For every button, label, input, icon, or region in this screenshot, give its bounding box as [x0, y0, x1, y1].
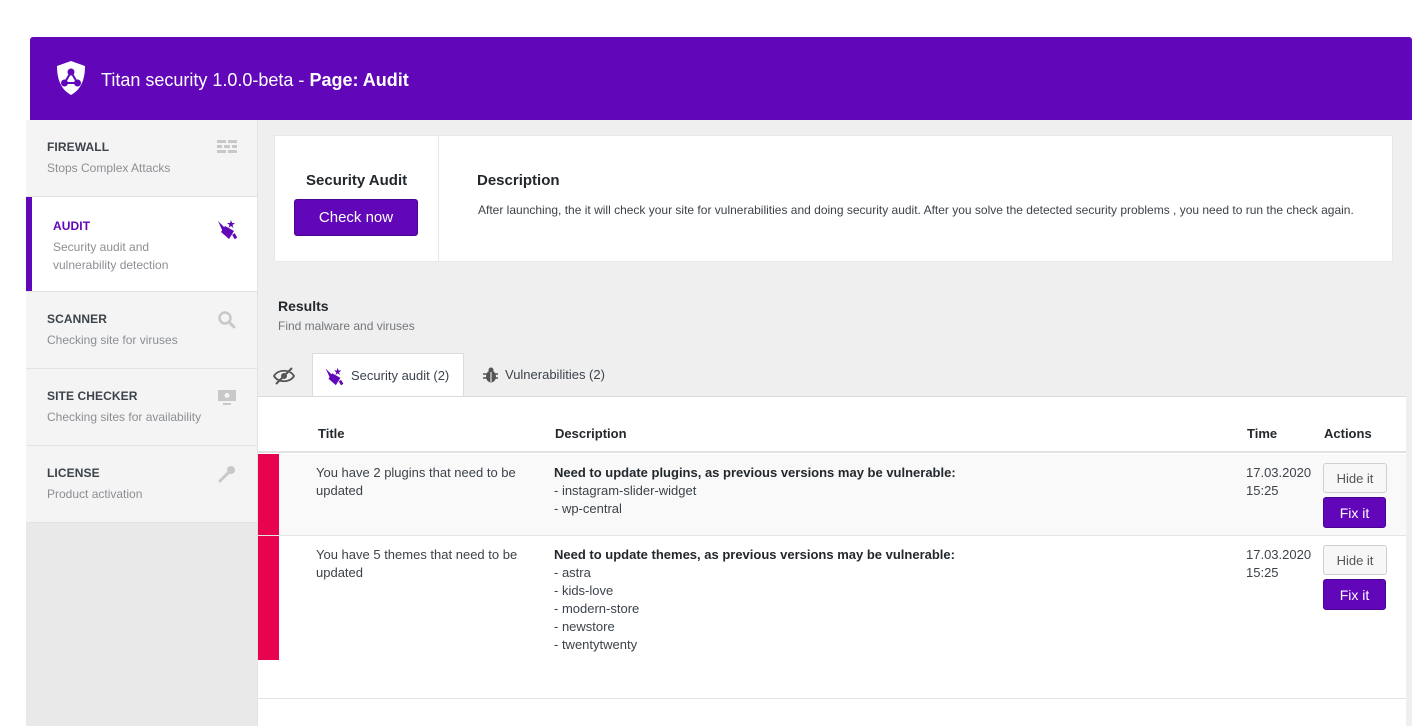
page-title: Page: Audit [309, 70, 409, 90]
tab-label: Security audit (2) [351, 368, 450, 383]
sidebar-item-site-checker[interactable]: SITE CHECKER Checking sites for availabi… [26, 369, 257, 446]
row-description: Need to update themes, as previous versi… [554, 546, 1234, 654]
titan-shield-logo-icon [57, 61, 85, 95]
sidebar-item-scanner[interactable]: SCANNER Checking site for viruses [26, 292, 257, 369]
security-audit-heading: Security Audit [306, 172, 408, 189]
key-icon [218, 466, 235, 483]
row-description: Need to update plugins, as previous vers… [554, 464, 1234, 518]
column-header-time: Time [1247, 426, 1278, 441]
search-icon [218, 311, 236, 329]
list-item: - twentytwenty [554, 637, 638, 652]
sidebar-item-audit[interactable]: AUDIT Security audit and vulnerability d… [26, 197, 257, 292]
eye-slash-icon[interactable] [272, 366, 296, 386]
row-title: You have 2 plugins that need to be updat… [316, 465, 516, 498]
sidebar-item-desc: Checking sites for availability [47, 410, 202, 424]
results-subtitle: Find malware and viruses [278, 319, 415, 333]
column-header-actions: Actions [1324, 426, 1372, 441]
check-now-button[interactable]: Check now [294, 199, 418, 236]
table-row: You have 5 themes that need to be update… [258, 536, 1407, 699]
row-time: 17.03.2020 15:25 [1246, 464, 1316, 500]
sidebar-item-desc: Checking site for viruses [47, 333, 178, 347]
audit-action-column: Security Audit Check now [275, 136, 439, 261]
sidebar-item-desc: Stops Complex Attacks [47, 161, 171, 175]
description-text: After launching, the it will check your … [478, 203, 1354, 217]
fix-it-button[interactable]: Fix it [1323, 579, 1386, 610]
sidebar-item-firewall[interactable]: FIREWALL Stops Complex Attacks [26, 120, 257, 197]
severity-flag [258, 454, 279, 535]
row-date: 17.03.2020 [1246, 547, 1312, 562]
results-title: Results [278, 298, 329, 314]
audit-icon [325, 367, 344, 385]
hide-it-button[interactable]: Hide it [1323, 545, 1387, 575]
table-row: You have 2 plugins that need to be updat… [258, 454, 1407, 536]
sidebar-item-desc: Product activation [47, 487, 143, 501]
hide-it-button[interactable]: Hide it [1323, 463, 1387, 493]
list-item: - kids-love [554, 583, 614, 598]
column-header-title: Title [318, 426, 345, 441]
scroll-gutter [1406, 120, 1412, 726]
list-item: - instagram-slider-widget [554, 483, 697, 498]
main-content: Security Audit Check now Description Aft… [257, 120, 1412, 726]
column-header-description: Description [555, 426, 627, 441]
fix-it-button[interactable]: Fix it [1323, 497, 1386, 528]
sidebar-item-license[interactable]: LICENSE Product activation [26, 446, 257, 523]
row-time: 17.03.2020 15:25 [1246, 546, 1316, 582]
description-heading: Description [477, 172, 560, 189]
results-tabs: Security audit (2) Vulnerabilities (2) [258, 353, 1407, 397]
severity-flag [258, 536, 279, 660]
firewall-icon [217, 140, 237, 153]
header-divider [258, 451, 1407, 453]
list-item: - modern-store [554, 601, 640, 616]
security-audit-panel: Security Audit Check now Description Aft… [274, 135, 1393, 262]
monitor-icon [218, 390, 236, 405]
row-clock: 15:25 [1246, 565, 1279, 580]
row-description-heading: Need to update themes, as previous versi… [554, 547, 955, 562]
row-description-heading: Need to update plugins, as previous vers… [554, 465, 956, 480]
list-item: - astra [554, 565, 591, 580]
results-table: Title Description Time Actions You have … [258, 396, 1407, 726]
bug-icon [483, 367, 498, 382]
tab-vulnerabilities[interactable]: Vulnerabilities (2) [482, 353, 605, 396]
row-title: You have 5 themes that need to be update… [316, 547, 518, 580]
sidebar-item-desc: Security audit and vulnerability detecti… [53, 240, 169, 272]
app-title: Titan security 1.0.0-beta - Page: Audit [101, 70, 409, 90]
tab-security-audit[interactable]: Security audit (2) [312, 353, 465, 397]
row-date: 17.03.2020 [1246, 465, 1312, 480]
list-item: - newstore [554, 619, 615, 634]
app-header: Titan security 1.0.0-beta - Page: Audit [30, 37, 1412, 120]
list-item: - wp-central [554, 501, 622, 516]
row-clock: 15:25 [1246, 483, 1279, 498]
sidebar: FIREWALL Stops Complex Attacks AUDIT Sec… [26, 120, 257, 726]
tab-label: Vulnerabilities (2) [505, 367, 605, 382]
audit-icon [218, 220, 238, 240]
